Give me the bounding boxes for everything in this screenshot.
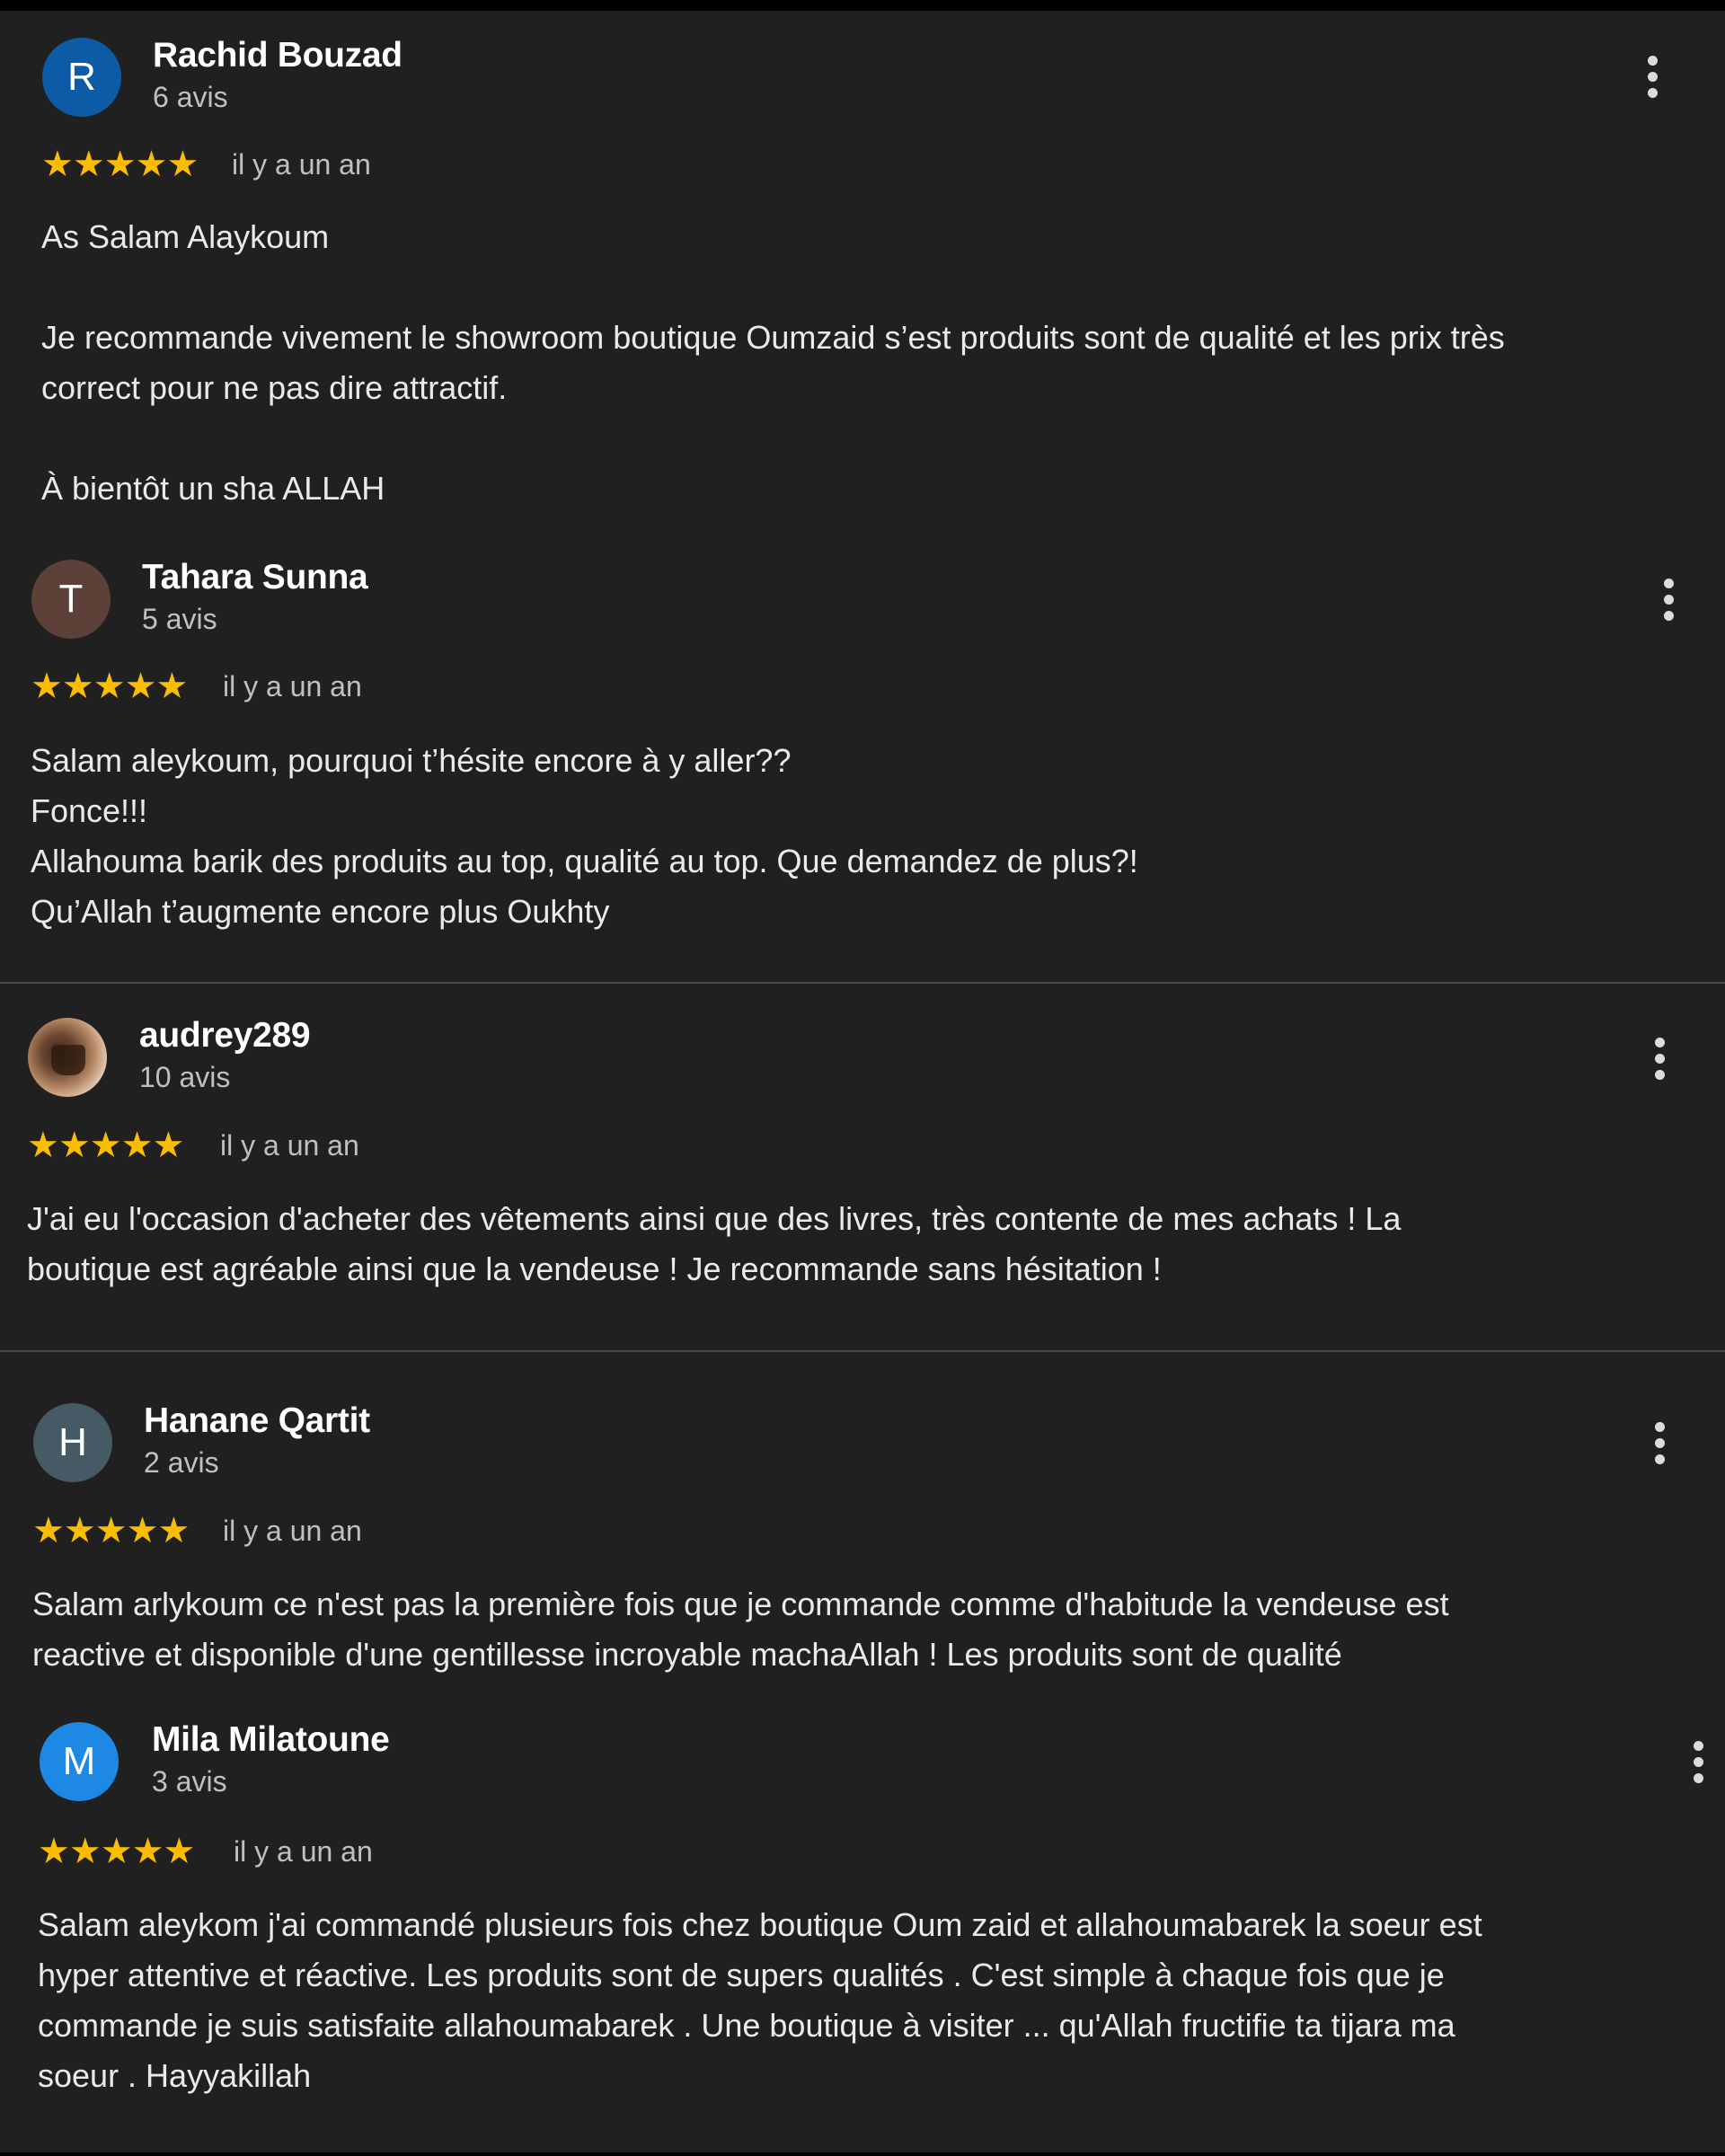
avatar[interactable]: M <box>40 1722 119 1801</box>
avatar[interactable]: T <box>31 560 111 639</box>
review-line <box>41 413 1703 464</box>
avatar[interactable]: H <box>33 1403 112 1482</box>
review-line: correct pour ne pas dire attractif. <box>41 369 508 406</box>
review-line <box>41 262 1703 313</box>
review-count: 2 avis <box>144 1446 219 1479</box>
review-text: Salam aleykoum, pourquoi t’hésite encore… <box>31 736 1693 937</box>
more-options-icon[interactable] <box>1687 1741 1709 1791</box>
review-date: il y a un an <box>223 1515 362 1547</box>
review-line: Salam aleykoum, pourquoi t’hésite encore… <box>31 742 792 779</box>
more-options-icon[interactable] <box>1658 579 1679 629</box>
review-line: commande je suis satisfaite allahoumabar… <box>38 2007 1455 2044</box>
review-line: Je recommande vivement le showroom bouti… <box>41 319 1505 356</box>
review-text: Salam arlykoum ce n'est pas la première … <box>32 1579 1694 1680</box>
review-line: Allahouma barik des produits au top, qua… <box>31 843 1138 879</box>
star-rating: ★★★★★ <box>41 145 199 184</box>
reviewer-name[interactable]: Tahara Sunna <box>142 558 368 597</box>
review-line: Salam arlykoum ce n'est pas la première … <box>32 1586 1449 1622</box>
reviewer-name[interactable]: Rachid Bouzad <box>153 36 402 75</box>
top-edge-bar <box>0 0 1725 11</box>
divider <box>0 1350 1725 1352</box>
review-count: 6 avis <box>153 81 228 113</box>
review-line: Qu’Allah t’augmente encore plus Oukhty <box>31 893 610 930</box>
review-count: 10 avis <box>139 1061 231 1093</box>
review-date: il y a un an <box>232 148 371 181</box>
review-line: reactive et disponible d'une gentillesse… <box>32 1636 1342 1673</box>
avatar[interactable]: R <box>42 38 121 117</box>
review-line: Salam aleykom j'ai commandé plusieurs fo… <box>38 1906 1482 1943</box>
review-line: J'ai eu l'occasion d'acheter des vêtemen… <box>27 1200 1402 1237</box>
review-line: soeur . Hayyakillah <box>38 2057 312 2094</box>
reviewer-name[interactable]: audrey289 <box>139 1016 311 1056</box>
review-line: À bientôt un sha ALLAH <box>41 470 385 507</box>
divider <box>0 982 1725 984</box>
review-text: J'ai eu l'occasion d'acheter des vêtemen… <box>27 1194 1689 1294</box>
review-date: il y a un an <box>220 1129 359 1162</box>
more-options-icon[interactable] <box>1641 56 1663 106</box>
review-date: il y a un an <box>234 1835 373 1868</box>
review-count: 5 avis <box>142 603 217 635</box>
review-line: boutique est agréable ainsi que la vende… <box>27 1250 1162 1287</box>
review-count: 3 avis <box>152 1765 227 1798</box>
star-rating: ★★★★★ <box>27 1126 184 1165</box>
reviewer-name[interactable]: Hanane Qartit <box>144 1401 370 1441</box>
review-line: As Salam Alaykoum <box>41 218 330 255</box>
review-date: il y a un an <box>223 670 362 702</box>
star-rating: ★★★★★ <box>38 1832 195 1871</box>
star-rating: ★★★★★ <box>31 667 188 706</box>
review-line: hyper attentive et réactive. Les produit… <box>38 1957 1445 1993</box>
star-rating: ★★★★★ <box>32 1511 190 1551</box>
more-options-icon[interactable] <box>1649 1422 1670 1472</box>
review-line: Fonce!!! <box>31 792 148 829</box>
reviewer-name[interactable]: Mila Milatoune <box>152 1720 390 1760</box>
avatar-photo[interactable] <box>28 1018 107 1097</box>
review-text: Salam aleykom j'ai commandé plusieurs fo… <box>38 1900 1700 2101</box>
more-options-icon[interactable] <box>1649 1038 1670 1088</box>
review-text: As Salam Alaykoum Je recommande vivement… <box>41 212 1703 514</box>
bottom-edge-bar <box>0 2152 1725 2156</box>
